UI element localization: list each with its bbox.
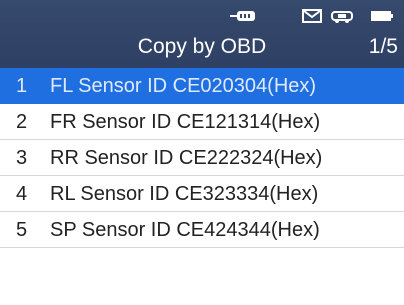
list-item-number: 5 [16,219,28,241]
header-bar: Copy by OBD 1/5 [0,0,404,68]
obd-connector-icon [228,9,258,28]
list-item-number: 3 [16,147,28,169]
list-item-label: SP Sensor ID CE424344(Hex) [50,219,320,241]
list-item-number: 2 [16,111,28,133]
list-item-label: RR Sensor ID CE222324(Hex) [50,147,323,169]
list-item[interactable]: 4 RL Sensor ID CE323334(Hex) [0,176,404,212]
tpms-tool-screen: Copy by OBD 1/5 1 FL Sensor ID CE020304(… [0,0,404,305]
list-item[interactable]: 5 SP Sensor ID CE424344(Hex) [0,212,404,248]
list-item-label: FR Sensor ID CE121314(Hex) [50,111,321,133]
vehicle-icon [330,9,354,28]
status-bar [0,0,404,30]
list-item-label: RL Sensor ID CE323334(Hex) [50,183,319,205]
list-item[interactable]: 2 FR Sensor ID CE121314(Hex) [0,104,404,140]
sensor-id-list: 1 FL Sensor ID CE020304(Hex) 2 FR Sensor… [0,68,404,248]
message-icon [302,9,322,28]
list-item[interactable]: 1 FL Sensor ID CE020304(Hex) [0,68,404,104]
battery-icon [370,9,394,28]
list-item-label: FL Sensor ID CE020304(Hex) [50,75,317,97]
list-item-number: 4 [16,183,28,205]
page-indicator: 1/5 [368,35,398,58]
list-item[interactable]: 3 RR Sensor ID CE222324(Hex) [0,140,404,176]
screen-title: Copy by OBD [137,35,267,58]
list-item-number: 1 [16,75,28,97]
